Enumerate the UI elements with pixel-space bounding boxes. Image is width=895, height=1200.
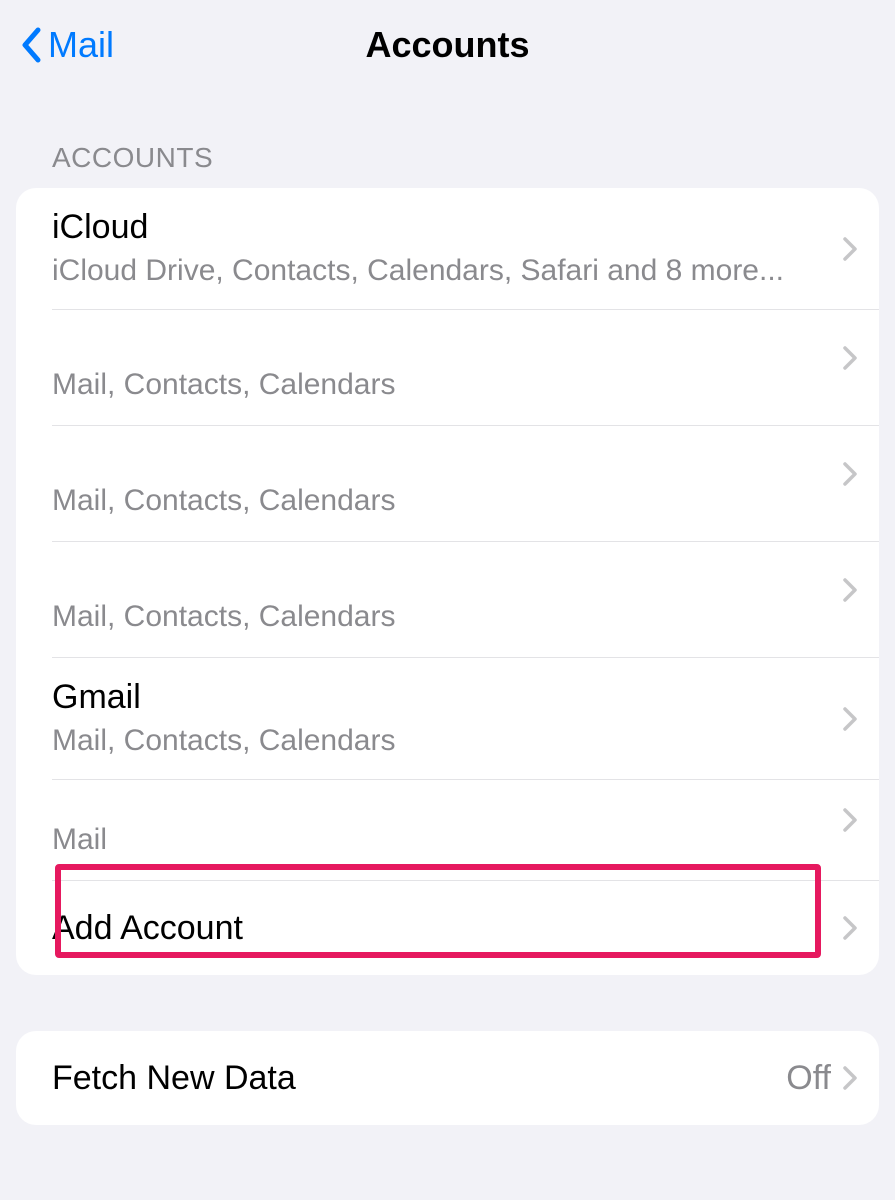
chevron-right-icon xyxy=(843,346,857,370)
account-subtitle: Mail, Contacts, Calendars xyxy=(52,365,843,406)
chevron-right-icon xyxy=(843,578,857,602)
account-row[interactable]: Mail, Contacts, Calendars xyxy=(16,542,879,657)
chevron-right-icon xyxy=(843,916,857,940)
account-subtitle: Mail, Contacts, Calendars xyxy=(52,597,843,638)
account-subtitle: iCloud Drive, Contacts, Calendars, Safar… xyxy=(52,251,843,292)
fetch-value: Off xyxy=(786,1059,831,1098)
fetch-label: Fetch New Data xyxy=(52,1057,786,1100)
accounts-group: iCloud iCloud Drive, Contacts, Calendars… xyxy=(16,188,879,975)
account-row[interactable]: Mail, Contacts, Calendars xyxy=(16,310,879,425)
account-title: Gmail xyxy=(52,676,843,719)
back-button[interactable]: Mail xyxy=(20,24,114,66)
add-account-label: Add Account xyxy=(52,907,843,950)
chevron-right-icon xyxy=(843,237,857,261)
chevron-right-icon xyxy=(843,707,857,731)
page-title: Accounts xyxy=(365,24,529,66)
chevron-right-icon xyxy=(843,808,857,832)
account-subtitle: Mail, Contacts, Calendars xyxy=(52,721,843,762)
accounts-section-header: ACCOUNTS xyxy=(52,142,895,174)
add-account-row[interactable]: Add Account xyxy=(16,881,879,975)
back-label: Mail xyxy=(48,24,114,66)
fetch-group: Fetch New Data Off xyxy=(16,1031,879,1125)
account-row[interactable]: Mail, Contacts, Calendars xyxy=(16,426,879,541)
chevron-left-icon xyxy=(20,27,42,63)
account-title: iCloud xyxy=(52,206,843,249)
fetch-new-data-row[interactable]: Fetch New Data Off xyxy=(16,1031,879,1125)
account-row-icloud[interactable]: iCloud iCloud Drive, Contacts, Calendars… xyxy=(16,188,879,309)
account-subtitle: Mail xyxy=(52,820,843,861)
chevron-right-icon xyxy=(843,1066,857,1090)
chevron-right-icon xyxy=(843,462,857,486)
account-row-gmail[interactable]: Gmail Mail, Contacts, Calendars xyxy=(16,658,879,779)
account-row[interactable]: Mail xyxy=(16,780,879,880)
account-subtitle: Mail, Contacts, Calendars xyxy=(52,481,843,522)
